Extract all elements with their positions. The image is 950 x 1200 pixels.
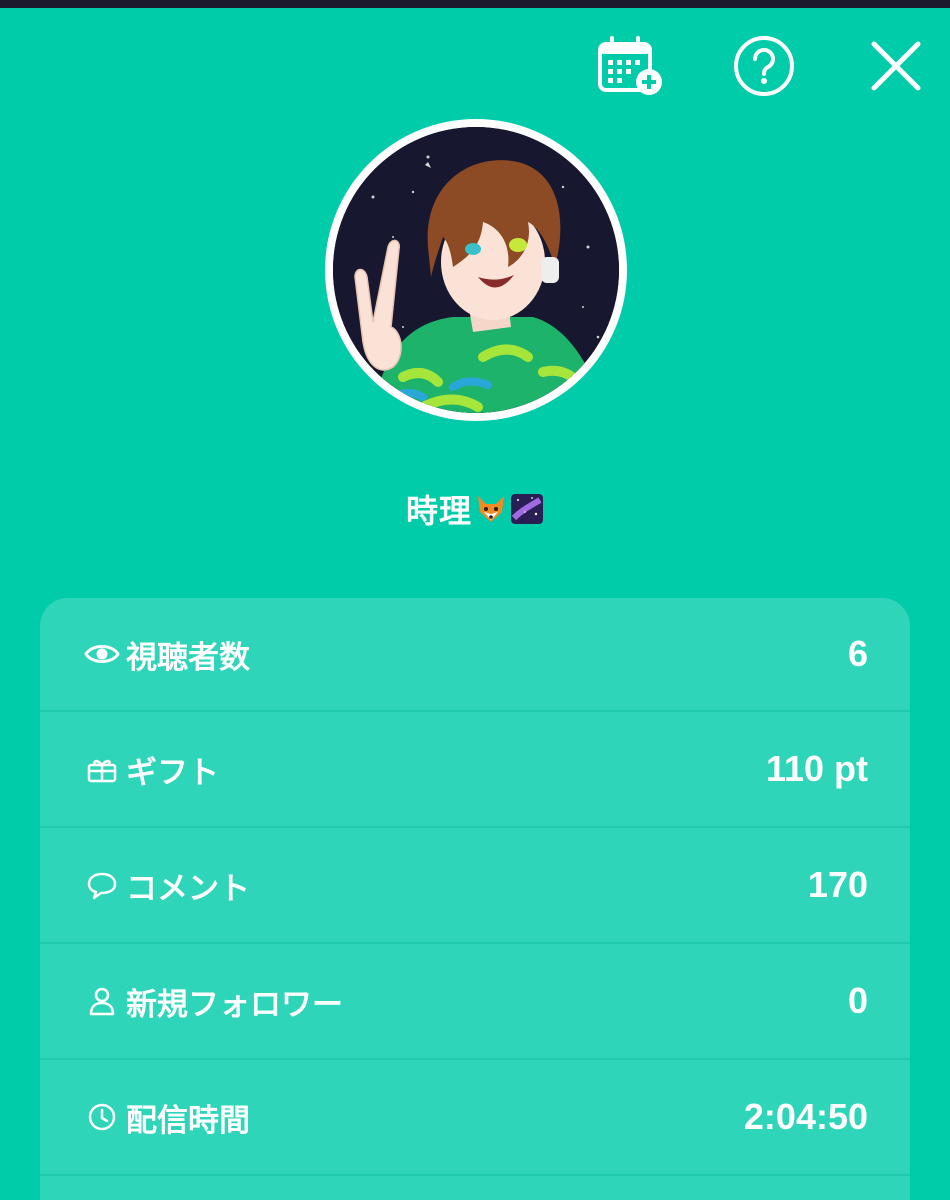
stat-value-duration: 2:04:50: [743, 1096, 868, 1137]
username: 時理: [0, 486, 950, 532]
close-button[interactable]: [860, 30, 932, 102]
gift-icon: [87, 759, 117, 783]
comment-icon: [87, 872, 117, 900]
galaxy-emoji: [511, 494, 543, 524]
stat-value-comments: 170: [807, 864, 868, 905]
username-text: 時理: [405, 492, 472, 530]
eye-icon: [84, 645, 120, 663]
help-button[interactable]: [728, 30, 800, 102]
stat-label-duration: 配信時間: [126, 1102, 250, 1139]
avatar: [325, 119, 627, 421]
calendar-add-button[interactable]: [596, 30, 668, 102]
stat-row-duration: 配信時間 2:04:50: [40, 1060, 910, 1176]
stat-row-viewers: 視聴者数 6: [40, 598, 910, 712]
stat-label-comments: コメント: [126, 870, 250, 907]
stat-row-comments: コメント 170: [40, 828, 910, 944]
stat-value-new-followers: 0: [847, 980, 868, 1021]
top-strip: [0, 0, 950, 8]
calendar-add-icon: [598, 36, 662, 95]
avatar-image: [333, 127, 619, 413]
close-icon: [871, 41, 921, 91]
stat-label-gifts: ギフト: [126, 754, 219, 791]
stat-row-new-followers: 新規フォロワー 0: [40, 944, 910, 1060]
person-icon: [89, 987, 115, 1016]
stat-row-gifts: ギフト 110 pt: [40, 712, 910, 828]
fox-emoji: [478, 496, 504, 522]
clock-icon: [88, 1103, 116, 1131]
stats-card: 視聴者数 6 ギフト 110 pt コメント 170 新規フォロワー 0 配信時…: [40, 598, 910, 1200]
help-circle-icon: [734, 36, 794, 96]
stat-label-new-followers: 新規フォロワー: [126, 986, 343, 1023]
stat-value-gifts: 110 pt: [765, 748, 868, 789]
stat-label-viewers: 視聴者数: [126, 639, 250, 676]
stat-value-viewers: 6: [847, 633, 868, 674]
